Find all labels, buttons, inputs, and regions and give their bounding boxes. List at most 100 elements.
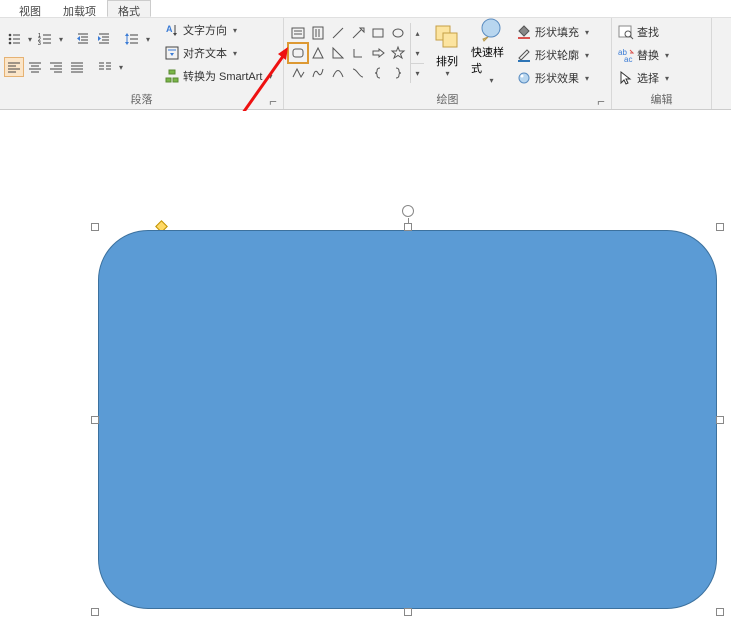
align-justify-button[interactable] (67, 57, 87, 77)
tab-format[interactable]: 格式 (107, 0, 151, 17)
resize-handle-mt[interactable] (404, 223, 412, 231)
effects-icon (516, 70, 532, 86)
align-buttons-row: ▾ (4, 57, 152, 77)
shape-right-brace[interactable] (388, 63, 408, 83)
group-editing-label: 编辑 (616, 90, 707, 109)
svg-text:3: 3 (38, 41, 41, 47)
selected-shape-container[interactable] (95, 227, 720, 612)
shape-effects-label: 形状效果 (535, 70, 579, 86)
align-center-button[interactable] (25, 57, 45, 77)
replace-button[interactable]: abac 替换 ▾ (616, 44, 675, 66)
resize-handle-bl[interactable] (91, 608, 99, 616)
bullets-button[interactable] (4, 29, 24, 49)
arrange-label: 排列 (436, 53, 458, 69)
shape-triangle[interactable] (308, 43, 328, 63)
group-editing: 查找 abac 替换 ▾ 选择 ▾ 编辑 (612, 18, 712, 109)
resize-handle-tr[interactable] (716, 223, 724, 231)
resize-handle-ml[interactable] (91, 416, 99, 424)
shape-left-brace[interactable] (368, 63, 388, 83)
quick-styles-button[interactable]: 快速样式 ▾ (470, 19, 512, 81)
shape-vtext-box[interactable] (308, 23, 328, 43)
paragraph-dialog-launcher[interactable]: ⌐ (267, 96, 279, 108)
group-paragraph-label: 段落 ⌐ (4, 90, 279, 109)
chevron-down-icon: ▾ (583, 28, 591, 37)
shape-right-arrow[interactable] (368, 43, 388, 63)
chevron-down-icon: ▾ (231, 26, 239, 35)
ribbon: ▾ 123 ▾ ▾ (0, 18, 731, 110)
svg-text:A: A (166, 24, 173, 34)
line-spacing-dropdown[interactable]: ▾ (144, 35, 152, 44)
shape-fill-label: 形状填充 (535, 24, 579, 40)
resize-handle-tl[interactable] (91, 223, 99, 231)
shape-outline-label: 形状轮廓 (535, 47, 579, 63)
resize-handle-mr[interactable] (716, 416, 724, 424)
numbering-dropdown[interactable]: ▾ (57, 35, 65, 44)
chevron-down-icon: ▾ (444, 69, 452, 78)
shape-outline-button[interactable]: 形状轮廓 ▾ (514, 44, 595, 66)
chevron-down-icon: ▾ (663, 74, 671, 83)
slide-canvas[interactable] (0, 111, 731, 634)
group-drawing-label: 绘图 ⌐ (288, 90, 607, 109)
columns-button[interactable] (95, 57, 115, 77)
replace-label: 替换 (637, 47, 659, 63)
shape-connector[interactable] (348, 63, 368, 83)
chevron-down-icon: ▾ (488, 76, 496, 85)
ribbon-tab-strip: 视图 加载项 格式 (0, 0, 731, 18)
align-text-label: 对齐文本 (183, 45, 227, 61)
shape-oval[interactable] (388, 23, 408, 43)
list-buttons-row: ▾ 123 ▾ ▾ (4, 29, 152, 49)
chevron-down-icon: ▾ (583, 74, 591, 83)
decrease-indent-button[interactable] (73, 29, 93, 49)
shape-star[interactable] (388, 43, 408, 63)
text-direction-label: 文字方向 (183, 22, 227, 38)
convert-smartart-label: 转换为 SmartArt (183, 68, 262, 84)
increase-indent-button[interactable] (94, 29, 114, 49)
find-button[interactable]: 查找 (616, 21, 675, 43)
convert-smartart-button[interactable]: 转换为 SmartArt ▾ (162, 65, 278, 87)
select-label: 选择 (637, 70, 659, 86)
svg-text:ac: ac (624, 55, 632, 64)
chevron-down-icon: ▾ (266, 72, 274, 81)
shape-arc[interactable] (328, 63, 348, 83)
bullets-dropdown[interactable]: ▾ (26, 35, 34, 44)
resize-handle-mb[interactable] (404, 608, 412, 616)
quick-styles-icon (477, 16, 505, 42)
shape-line[interactable] (328, 23, 348, 43)
find-icon (618, 24, 634, 40)
tab-view[interactable]: 视图 (8, 0, 52, 17)
resize-handle-br[interactable] (716, 608, 724, 616)
group-paragraph: ▾ 123 ▾ ▾ (0, 18, 284, 109)
align-left-button[interactable] (4, 57, 24, 77)
numbering-button[interactable]: 123 (35, 29, 55, 49)
align-right-button[interactable] (46, 57, 66, 77)
gallery-expand[interactable]: ▾ (411, 63, 424, 83)
shape-freeform[interactable] (288, 63, 308, 83)
columns-dropdown[interactable]: ▾ (117, 63, 125, 72)
shape-rectangle[interactable] (368, 23, 388, 43)
rounded-rectangle-shape[interactable] (98, 230, 717, 609)
arrange-icon (433, 23, 461, 51)
align-text-button[interactable]: 对齐文本 ▾ (162, 42, 278, 64)
tab-addins[interactable]: 加载项 (52, 0, 107, 17)
shape-line-arrow[interactable] (348, 23, 368, 43)
pen-icon (516, 47, 532, 63)
shape-l-shape[interactable] (348, 43, 368, 63)
select-button[interactable]: 选择 ▾ (616, 67, 675, 89)
rotate-handle[interactable] (402, 205, 414, 217)
drawing-dialog-launcher[interactable]: ⌐ (595, 96, 607, 108)
shape-text-box[interactable] (288, 23, 308, 43)
shape-right-triangle[interactable] (328, 43, 348, 63)
shape-gallery-scroll: ▴ ▾ ▾ (410, 23, 424, 83)
line-spacing-button[interactable] (122, 29, 142, 49)
chevron-down-icon: ▾ (583, 51, 591, 60)
gallery-scroll-up[interactable]: ▴ (411, 23, 424, 43)
gallery-scroll-down[interactable]: ▾ (411, 43, 424, 63)
shape-rounded-rect[interactable] (288, 43, 308, 63)
shape-fill-button[interactable]: 形状填充 ▾ (514, 21, 595, 43)
text-direction-button[interactable]: A 文字方向 ▾ (162, 19, 278, 41)
text-direction-icon: A (164, 22, 180, 38)
group-drawing: ▴ ▾ ▾ 排列 ▾ 快速样式 ▾ (284, 18, 612, 109)
arrange-button[interactable]: 排列 ▾ (426, 19, 468, 81)
shape-effects-button[interactable]: 形状效果 ▾ (514, 67, 595, 89)
shape-curve[interactable] (308, 63, 328, 83)
